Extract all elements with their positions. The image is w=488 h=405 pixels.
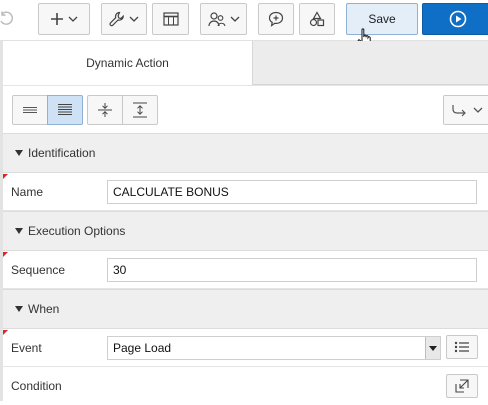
name-field[interactable]: CALCULATE BONUS: [107, 180, 477, 204]
go-to-group-button[interactable]: [443, 95, 488, 125]
required-marker: [3, 330, 8, 335]
expand-all-icon: [133, 102, 147, 118]
condition-open-dialog-button[interactable]: [446, 374, 478, 398]
collapse-triangle-icon: [15, 150, 23, 156]
chevron-down-icon: [230, 16, 239, 22]
section-title: Execution Options: [28, 224, 126, 238]
property-label: Event: [11, 341, 42, 355]
save-button-label: Save: [368, 12, 396, 26]
collapse-triangle-icon: [15, 306, 23, 312]
section-identification-header[interactable]: Identification: [3, 133, 488, 173]
event-select[interactable]: Page Load: [107, 336, 441, 360]
property-row-event: Event Page Load: [3, 329, 488, 367]
event-list-button[interactable]: [446, 335, 478, 359]
create-menu-button[interactable]: [38, 3, 90, 35]
comments-button[interactable]: [258, 3, 294, 35]
section-when-header[interactable]: When: [3, 289, 488, 329]
property-row-condition: Condition: [3, 367, 488, 405]
tab-strip-empty-area: [252, 41, 488, 85]
property-label: Name: [11, 185, 44, 199]
collapse-all-button[interactable]: [87, 95, 123, 125]
wrench-icon: [109, 11, 124, 27]
event-select-dropdown-button[interactable]: [425, 337, 440, 359]
shapes-icon: [309, 11, 325, 27]
expand-all-button[interactable]: [122, 95, 158, 125]
collapse-triangle-icon: [15, 228, 23, 234]
section-title: Identification: [28, 146, 96, 160]
property-row-sequence: Sequence 30: [3, 251, 488, 289]
section-execution-options-header[interactable]: Execution Options: [3, 211, 488, 251]
collapse-all-icon: [98, 103, 112, 117]
show-common-button[interactable]: [12, 95, 48, 125]
shared-components-button[interactable]: [200, 3, 247, 35]
sequence-field[interactable]: 30: [107, 258, 477, 282]
show-all-button[interactable]: [47, 95, 83, 125]
undo-icon: [0, 11, 13, 25]
play-icon: [449, 10, 467, 28]
utilities-menu-button[interactable]: [101, 3, 147, 35]
save-button[interactable]: Save: [346, 3, 418, 35]
go-to-group-icon: [452, 105, 466, 117]
required-marker: [3, 252, 8, 257]
property-label: Condition: [11, 379, 62, 393]
list-icon: [454, 341, 469, 353]
required-marker: [3, 174, 8, 179]
show-common-icon: [23, 107, 37, 113]
property-label: Sequence: [11, 263, 66, 277]
shared-components-icon: [207, 12, 226, 27]
property-row-name: Name CALCULATE BONUS: [3, 173, 488, 211]
tab-label: Dynamic Action: [86, 56, 169, 70]
property-view-toolbar: [3, 85, 488, 134]
tab-dynamic-action[interactable]: Dynamic Action: [3, 41, 253, 85]
plus-icon: [51, 13, 63, 25]
section-title: When: [28, 302, 60, 316]
dropdown-arrow-icon: [429, 345, 437, 351]
shared-shapes-button[interactable]: [299, 3, 335, 35]
comment-icon: [268, 11, 284, 27]
show-all-icon: [58, 104, 72, 115]
grid-icon: [162, 12, 179, 26]
run-page-button[interactable]: [422, 3, 488, 35]
chevron-down-icon: [129, 16, 139, 22]
top-toolbar: Save: [0, 0, 488, 41]
open-dialog-icon: [455, 379, 469, 393]
undo-button[interactable]: [0, 3, 20, 35]
grid-layout-button[interactable]: [152, 3, 189, 35]
chevron-down-icon: [68, 16, 78, 22]
chevron-down-icon: [473, 107, 483, 113]
